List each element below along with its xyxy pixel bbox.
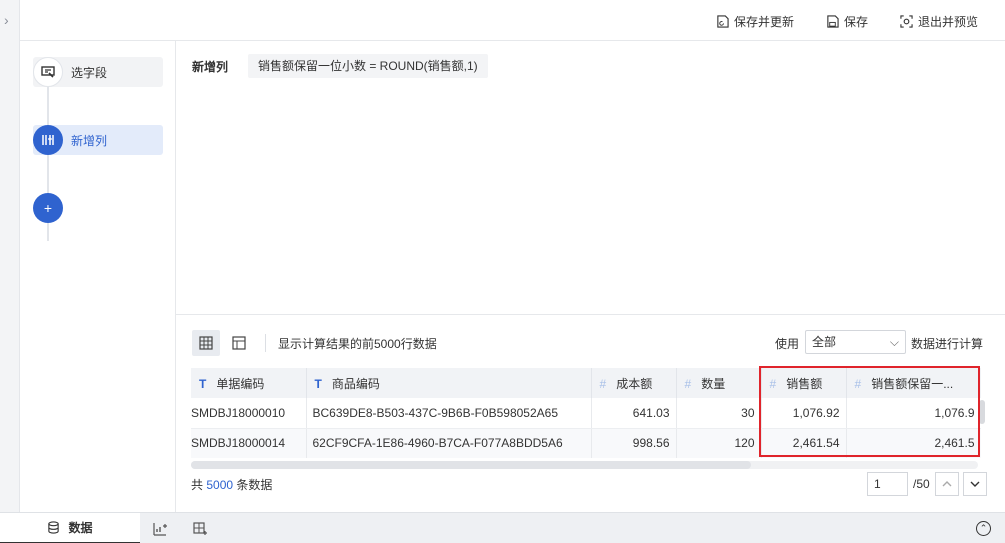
chevron-up-icon (942, 481, 952, 487)
divider (265, 334, 266, 352)
result-info: 显示计算结果的前5000行数据 (278, 337, 437, 351)
step-select-fields[interactable]: 选字段 (33, 57, 163, 87)
add-chart-icon (153, 522, 167, 536)
column-header-label: 数量 (701, 376, 726, 391)
data-scope-value: 全部 (812, 335, 837, 349)
table-cell: 120 (676, 428, 762, 458)
data-table: T 单据编码 T 商品编码 # 成本额 # 数量 # 销售额 # 销售额保留一... SMD… (191, 368, 981, 458)
table-cell: 2,461.5 (846, 428, 981, 458)
table-header-row: T 单据编码 T 商品编码 # 成本额 # 数量 # 销售额 # 销售额保留一... (191, 368, 981, 398)
table-cell: SMDBJ18000014 (191, 428, 307, 458)
record-count-prefix: 共 (191, 478, 204, 492)
save-and-update-label: 保存并更新 (734, 14, 795, 29)
tab-data[interactable]: 数据 (0, 513, 140, 543)
add-dashboard-tab[interactable] (182, 513, 218, 543)
exit-and-preview-label: 退出并预览 (918, 14, 979, 29)
number-type-icon: # (684, 376, 692, 391)
database-icon (48, 521, 60, 534)
page-total: /50 (913, 477, 930, 491)
step-new-column[interactable]: 新增列 (33, 125, 163, 155)
chevron-down-icon (970, 481, 980, 487)
record-count-value: 5000 (206, 478, 234, 492)
number-type-icon: # (769, 376, 777, 391)
save-refresh-icon (717, 14, 729, 28)
table-cell: BC639DE8-B503-437C-9B6B-F0B598052A65 (306, 398, 592, 429)
collapse-up-icon[interactable]: ⌃ (976, 521, 991, 536)
scrollbar-thumb[interactable] (191, 461, 751, 469)
step-select-fields-label: 选字段 (71, 65, 108, 80)
table-cell: SMDBJ18000010 (191, 398, 307, 429)
column-header[interactable]: # 销售额 (761, 368, 847, 398)
column-header[interactable]: # 数量 (676, 368, 762, 398)
add-chart-tab[interactable] (142, 513, 178, 543)
vertical-scrollbar[interactable] (979, 400, 985, 424)
save-icon (827, 14, 839, 28)
horizontal-scrollbar[interactable] (191, 461, 978, 469)
formula-text[interactable]: 销售额保留一位小数 = ROUND(销售额,1) (248, 54, 488, 78)
bottom-tab-bar: 数据 ⌃ (0, 512, 1005, 543)
step-panel: 选字段 新增列 + (20, 41, 176, 512)
save-button[interactable]: 保存 (826, 12, 868, 30)
grid-toolbar: 显示计算结果的前5000行数据 使用 全部 ⌵ 数据进行计算 (176, 316, 1005, 368)
column-header-label: 销售额 (786, 376, 823, 391)
column-header-label: 销售额保留一... (871, 376, 954, 391)
text-type-icon: T (199, 376, 207, 391)
table-cell: 2,461.54 (761, 428, 847, 458)
table-cell: 62CF9CFA-1E86-4960-B7CA-F077A8BDD5A6 (306, 428, 592, 458)
table-row[interactable]: SMDBJ18000010 BC639DE8-B503-437C-9B6B-F0… (191, 398, 981, 429)
table-cell: 1,076.9 (846, 398, 981, 429)
grid-icon (199, 336, 213, 350)
preview-icon (900, 14, 913, 28)
exit-and-preview-button[interactable]: 退出并预览 (900, 12, 978, 30)
step-new-column-label: 新增列 (71, 133, 108, 148)
record-count-suffix: 条数据 (236, 478, 273, 492)
table-cell: 30 (676, 398, 762, 429)
table-cell: 1,076.92 (761, 398, 847, 429)
layout-view-button[interactable] (225, 330, 253, 356)
column-header-label: 单据编码 (216, 376, 265, 391)
chevron-down-icon: ⌵ (889, 335, 899, 349)
table-cell: 641.03 (591, 398, 677, 429)
field-select-icon (33, 57, 63, 87)
number-type-icon: # (599, 376, 607, 391)
add-step-button[interactable]: + (33, 193, 63, 223)
column-header[interactable]: T 商品编码 (306, 368, 592, 398)
number-type-icon: # (854, 376, 862, 391)
column-header-label: 成本额 (616, 376, 653, 391)
column-header-label: 商品编码 (331, 376, 380, 391)
toolbar: 保存并更新 保存 退出并预览 (20, 0, 1005, 41)
record-count: 共 5000 条数据 (191, 476, 272, 493)
use-label: 使用 (775, 337, 800, 351)
column-header[interactable]: # 成本额 (591, 368, 677, 398)
editor-heading: 新增列 (192, 60, 229, 74)
text-type-icon: T (314, 376, 322, 391)
table-row[interactable]: SMDBJ18000014 62CF9CFA-1E86-4960-B7CA-F0… (191, 428, 981, 458)
table-cell: 998.56 (591, 428, 677, 458)
grid-view-button[interactable] (192, 330, 220, 356)
add-dashboard-icon (193, 521, 207, 535)
tab-data-label: 数据 (68, 521, 93, 535)
formula-editor: 新增列 销售额保留一位小数 = ROUND(销售额,1) (176, 41, 1005, 315)
calc-label: 数据进行计算 (911, 337, 984, 351)
column-header[interactable]: T 单据编码 (191, 368, 307, 398)
new-column-icon (33, 125, 63, 155)
column-header[interactable]: # 销售额保留一... (846, 368, 981, 398)
next-page-button[interactable] (963, 472, 987, 496)
save-label: 保存 (844, 14, 869, 29)
page-number-input[interactable]: 1 (867, 472, 908, 496)
save-and-update-button[interactable]: 保存并更新 (716, 12, 794, 30)
layout-icon (232, 336, 246, 350)
chevron-right-icon[interactable]: › (4, 12, 9, 28)
left-rail[interactable]: › (0, 0, 20, 512)
prev-page-button[interactable] (935, 472, 959, 496)
data-scope-select[interactable]: 全部 ⌵ (805, 330, 906, 354)
